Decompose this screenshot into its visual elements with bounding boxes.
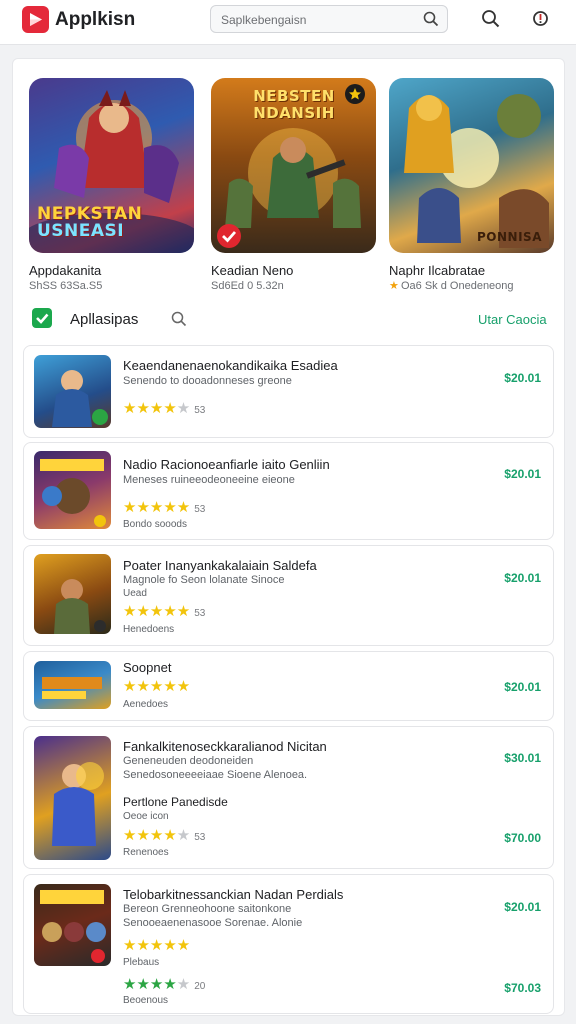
star-rating: ★★★★★ 53 (123, 499, 206, 516)
check-badge (217, 224, 241, 248)
app-meta: Bondo sooods (123, 519, 187, 530)
featured-subtitle: Sd6Ed 0 5.32n (211, 280, 284, 292)
game-art-title: NEPKSTAN USNEASI (37, 204, 143, 241)
app-extra: Uead (123, 588, 147, 599)
featured-tile-1[interactable]: NEPKSTAN USNEASI (29, 78, 194, 253)
app-title[interactable]: Soopnet (123, 660, 171, 675)
rating-count: 53 (194, 832, 206, 843)
featured-subtitle: Oa6 Sk d Onedeneong (401, 280, 514, 292)
rating-count: 53 (194, 608, 206, 619)
app-title[interactable]: Telobarkitnessanckian Nadan Perdials (123, 887, 343, 902)
featured-tile-3[interactable]: PONNISA (389, 78, 554, 253)
app-subtitle: Meneses ruineeodeoneeine eieone (123, 474, 295, 486)
price-label[interactable]: $70.00 (504, 831, 541, 845)
app-meta: Henedoens (123, 624, 175, 635)
game-art-title: NEBSTEN NDANSIH (253, 87, 335, 122)
app-meta: Aenedoes (123, 699, 169, 710)
see-all-link[interactable]: Utar Caocia (478, 312, 547, 327)
list-item[interactable]: Telobarkitnessanckian Nadan Perdials Ber… (23, 874, 554, 1014)
list-item[interactable]: Soopnet ★★★★★ Aenedoes $20.01 (23, 651, 554, 721)
app-subtitle: Senedosoneeeeiaae Sioene Alenoea. (123, 769, 308, 781)
list-item[interactable]: Keaendanenaenokandikaika Esadiea Senendo… (23, 345, 554, 438)
app-thumbnail (34, 451, 111, 529)
featured-name[interactable]: Keadian Neno (211, 263, 293, 278)
price-label[interactable]: $70.03 (504, 981, 541, 995)
rating-count: 53 (194, 504, 206, 515)
app-subtitle: Senooeaenenasooe Sorenae. Alonie (123, 917, 303, 929)
app-meta: Renenoes (123, 847, 169, 858)
game-art-title: PONNISA (477, 230, 542, 244)
star-rating: ★★★★★ (123, 937, 191, 954)
app-title[interactable]: Nadio Racionoeanfiarle iaito Genliin (123, 457, 330, 472)
app-title[interactable]: Poater Inanyankakalaiain Saldefa (123, 558, 317, 573)
rating-count: 20 (194, 981, 206, 992)
app-name: Applkisn (55, 9, 136, 30)
price-label[interactable]: $20.01 (504, 900, 541, 914)
check-icon (222, 231, 237, 243)
star-icon (349, 88, 361, 100)
featured-tile-2[interactable]: NEBSTEN NDANSIH (211, 78, 376, 253)
app-subtitle: Senendo to dooadonneses greone (123, 375, 292, 387)
app-thumbnail (34, 736, 111, 860)
top-app-bar: Applkisn (0, 0, 576, 45)
section-title: Apllasipas (70, 311, 139, 328)
favorite-badge[interactable] (345, 84, 365, 104)
star-icon: ★ (389, 280, 399, 292)
star-rating: ★★★★★ (123, 678, 191, 695)
play-icon (30, 13, 42, 26)
star-rating: ★★★★★ 53 (123, 603, 206, 620)
app-logo[interactable] (22, 6, 49, 33)
list-item[interactable]: Fankalkitenoseckkaralianod Nicitan Genen… (23, 726, 554, 869)
star-rating: ★★★★★ 53 (123, 400, 206, 417)
app-subtitle: Magnole fo Seon lolanate Sinoce (123, 574, 285, 586)
price-label[interactable]: $20.01 (504, 680, 541, 694)
app-subtitle: Bereon Grenneohoone saitonkone (123, 903, 292, 915)
app-title[interactable]: Fankalkitenoseckkaralianod Nicitan (123, 739, 327, 754)
section-check-icon (32, 308, 52, 328)
rating-count: 53 (194, 405, 206, 416)
app-subtitle: Geneneuden deodoneiden (123, 755, 254, 767)
featured-name[interactable]: Naphr Ilcabratae (389, 263, 485, 278)
app-thumbnail (34, 661, 111, 709)
star-rating: ★★★★★ 53 (123, 827, 206, 844)
alert-icon[interactable] (532, 9, 549, 28)
price-label[interactable]: $20.01 (504, 571, 541, 585)
app-thumbnail (34, 554, 111, 634)
app-extra: Oeoe icon (123, 811, 169, 822)
app-title[interactable]: Keaendanenaenokandikaika Esadiea (123, 358, 338, 373)
list-item[interactable]: Nadio Racionoeanfiarle iaito Genliin Men… (23, 442, 554, 540)
app-thumbnail (34, 355, 111, 428)
search-input[interactable] (219, 9, 423, 31)
star-rating: ★★★★★ 20 (123, 976, 206, 993)
app-thumbnail (34, 884, 111, 966)
search-icon[interactable] (423, 11, 439, 27)
list-item[interactable]: Poater Inanyankakalaiain Saldefa Magnole… (23, 545, 554, 646)
app-meta: Beoenous (123, 995, 169, 1006)
app-developer: Pertlone Panedisde (123, 795, 228, 809)
price-label[interactable]: $30.01 (504, 751, 541, 765)
featured-name[interactable]: Appdakanita (29, 263, 101, 278)
search-icon[interactable] (171, 311, 187, 327)
search-icon[interactable] (481, 9, 500, 28)
featured-subtitle: ShSS 63Sa.S5 (29, 280, 103, 292)
app-meta: Plebaus (123, 957, 160, 968)
game-art (404, 94, 549, 248)
price-label[interactable]: $20.01 (504, 371, 541, 385)
search-field[interactable] (210, 5, 448, 33)
price-label[interactable]: $20.01 (504, 467, 541, 481)
